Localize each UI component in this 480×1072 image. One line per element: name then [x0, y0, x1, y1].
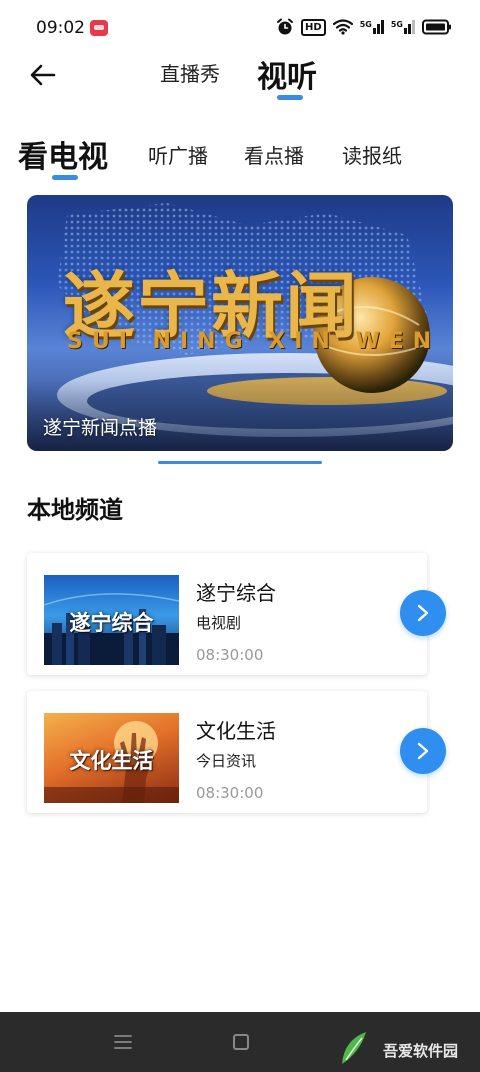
- section-title: 本地频道: [27, 496, 123, 524]
- channel-card[interactable]: 文化生活 文化生活 今日资讯 08:30:00: [27, 691, 427, 813]
- menu-icon[interactable]: [114, 1034, 132, 1050]
- status-time: 09:02: [36, 18, 85, 38]
- tab-audio-video[interactable]: 视听: [257, 52, 317, 96]
- channel-category: 电视剧: [196, 614, 242, 632]
- channel-card[interactable]: 遂宁综合 遂宁综合 电视剧 08:30:00: [27, 553, 427, 675]
- wifi-icon: [332, 19, 353, 35]
- subtab-read-newspaper[interactable]: 读报纸: [342, 140, 402, 169]
- watermark-logo-icon: [342, 1032, 366, 1064]
- subtab-indicator: [52, 175, 78, 180]
- tab-indicator: [277, 95, 303, 100]
- signal-5g-icon: 5G: [391, 20, 415, 34]
- signal-5g-label: 5G: [359, 20, 372, 29]
- chevron-right-icon: [417, 604, 429, 622]
- home-icon[interactable]: [233, 1034, 249, 1050]
- channel-name: 遂宁综合: [196, 581, 276, 605]
- channel-time: 08:30:00: [196, 784, 264, 802]
- banner-caption: 遂宁新闻点播: [43, 417, 158, 439]
- channel-play-button[interactable]: [400, 590, 446, 636]
- news-banner[interactable]: 遂宁新闻 SUI NING XIN WEN 遂宁新闻点播: [27, 195, 453, 451]
- channel-time: 08:30:00: [196, 646, 264, 664]
- alarm-icon: [277, 18, 294, 35]
- watermark-text: 吾爱软件园: [382, 1042, 458, 1060]
- hd-icon: HD: [301, 18, 326, 36]
- tab-live-show[interactable]: 直播秀: [160, 58, 220, 87]
- watermark: 吾爱软件园: [342, 1020, 470, 1068]
- battery-icon: [422, 19, 451, 35]
- subtab-listen-radio[interactable]: 听广播: [148, 140, 208, 169]
- channel-thumbnail: 文化生活: [44, 713, 179, 803]
- signal-5g-label: 5G: [390, 20, 403, 29]
- channel-play-button[interactable]: [400, 728, 446, 774]
- status-icons: HD 5G 5G: [276, 18, 452, 36]
- app-notification-icon: [90, 20, 108, 36]
- status-bar: 09:02 HD 5G 5G: [0, 0, 480, 56]
- channel-thumbnail-text: 遂宁综合: [69, 611, 154, 635]
- system-nav-bar: 吾爱软件园: [0, 1012, 480, 1072]
- subtab-watch-vod[interactable]: 看点播: [244, 140, 304, 169]
- signal-5g-icon: 5G: [360, 20, 384, 34]
- back-arrow-icon: [30, 64, 56, 86]
- back-button[interactable]: [26, 58, 60, 92]
- channel-thumbnail: 遂宁综合: [44, 575, 179, 665]
- subtab-watch-tv[interactable]: 看电视: [18, 132, 108, 176]
- channel-thumbnail-text: 文化生活: [69, 749, 154, 773]
- channel-name: 文化生活: [196, 719, 276, 743]
- chevron-right-icon: [417, 742, 429, 760]
- channel-category: 今日资讯: [196, 752, 257, 770]
- carousel-indicator: [158, 461, 322, 464]
- banner-pinyin: SUI NING XIN WEN: [67, 329, 441, 354]
